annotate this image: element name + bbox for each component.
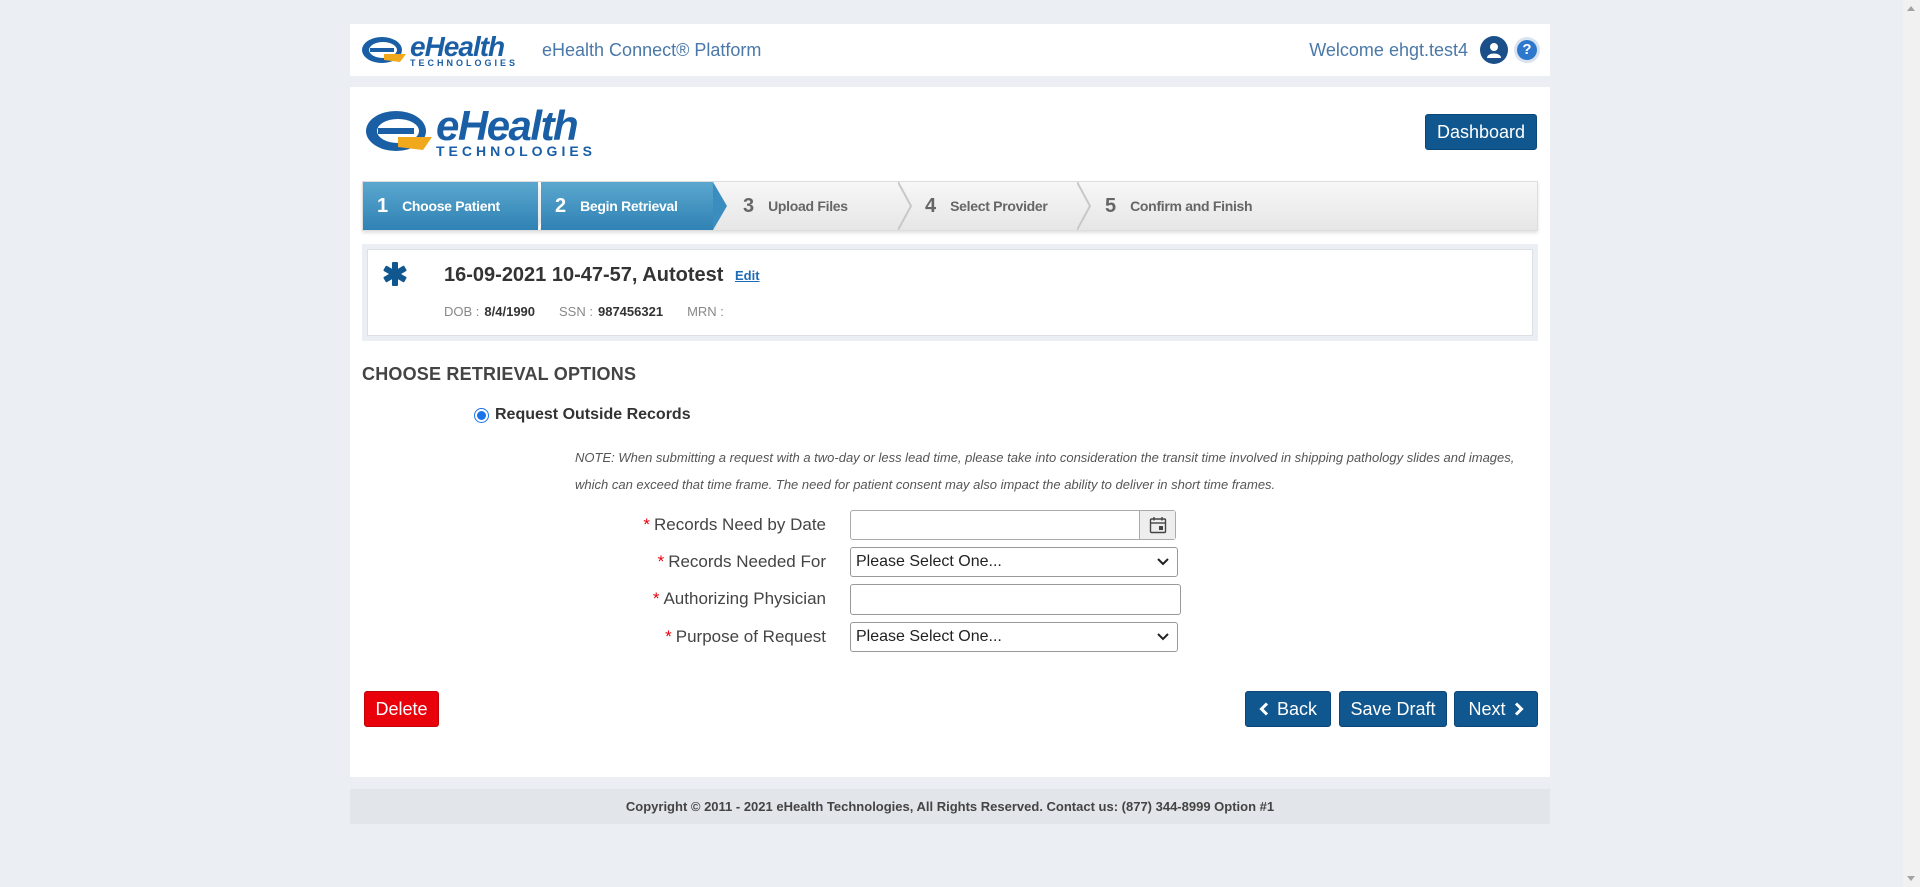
calendar-button[interactable]	[1139, 511, 1175, 539]
authorizing-physician-label: * Authorizing Physician	[550, 589, 850, 609]
back-button[interactable]: Back	[1245, 691, 1331, 727]
records-needed-for-label: * Records Needed For	[550, 552, 850, 572]
next-button-label: Next	[1468, 698, 1506, 719]
step-number: 2	[555, 194, 567, 217]
help-question-mark: ?	[1517, 40, 1537, 60]
date-text-field[interactable]	[851, 511, 1139, 539]
required-marker: *	[652, 589, 660, 608]
purpose-of-request-row: * Purpose of Request Please Select One...	[550, 622, 1178, 652]
purpose-of-request-label: * Purpose of Request	[550, 627, 850, 647]
step-label: Choose Patient	[402, 198, 500, 214]
request-outside-records-radio[interactable]	[474, 407, 489, 423]
top-bar: eHealth TECHNOLOGIES eHealth Connect® Pl…	[350, 24, 1550, 76]
welcome-text: Welcome ehgt.test4	[1309, 39, 1468, 60]
authorizing-physician-input[interactable]	[850, 583, 1181, 615]
required-marker: *	[643, 515, 651, 534]
wizard-step-begin-retrieval[interactable]: 2 Begin Retrieval	[541, 182, 713, 230]
scroll-down-arrow-icon[interactable]	[1907, 876, 1915, 881]
step-label: Select Provider	[950, 198, 1048, 214]
chevron-down-icon	[1157, 633, 1169, 641]
records-needed-for-label-text: Records Needed For	[668, 552, 826, 571]
step-number: 1	[377, 194, 389, 217]
mrn-label: MRN :	[687, 304, 724, 319]
purpose-of-request-label-text: Purpose of Request	[675, 627, 826, 646]
wizard-step-select-provider: 4 Select Provider	[911, 182, 1081, 230]
dashboard-button[interactable]: Dashboard	[1425, 114, 1537, 150]
ehealth-e-logo-icon	[362, 37, 406, 63]
request-outside-records-option[interactable]: Request Outside Records	[474, 406, 691, 424]
user-profile-icon[interactable]	[1480, 36, 1508, 64]
scroll-up-arrow-icon[interactable]	[1907, 6, 1915, 11]
step-number: 5	[1105, 194, 1117, 217]
wizard-step-upload-files: 3 Upload Files	[729, 182, 889, 230]
dob-label: DOB :	[444, 304, 480, 319]
footer: Copyright © 2011 - 2021 eHealth Technolo…	[350, 789, 1550, 824]
wizard-step-choose-patient[interactable]: 1 Choose Patient	[363, 182, 538, 230]
step-label: Confirm and Finish	[1130, 198, 1253, 214]
next-button[interactable]: Next	[1454, 691, 1538, 727]
help-icon[interactable]: ?	[1514, 37, 1540, 63]
step-number: 4	[925, 194, 937, 217]
lead-time-note: NOTE: When submitting a request with a t…	[575, 450, 1515, 492]
ssn-value: 987456321	[597, 304, 664, 319]
records-need-by-date-input[interactable]	[850, 510, 1176, 540]
chevron-right-icon	[1514, 702, 1524, 716]
vertical-scrollbar[interactable]	[1903, 0, 1920, 887]
records-needed-for-row: * Records Needed For Please Select One...	[550, 547, 1178, 577]
patient-card: 16-09-2021 10-47-57, Autotest Edit DOB :…	[362, 244, 1538, 341]
save-draft-button[interactable]: Save Draft	[1339, 691, 1447, 727]
step-label: Upload Files	[768, 198, 848, 214]
header-logo[interactable]: eHealth TECHNOLOGIES	[360, 30, 519, 68]
mrn-field: MRN :	[687, 304, 729, 319]
records-needed-for-select[interactable]: Please Select One...	[850, 547, 1178, 577]
required-marker: *	[665, 627, 672, 646]
wizard-step-confirm-finish: 5 Confirm and Finish	[1091, 182, 1311, 230]
chevron-left-icon	[1259, 702, 1269, 716]
main-panel: eHealth TECHNOLOGIES Dashboard 1 Choose …	[350, 87, 1550, 777]
dob-field: DOB : 8/4/1990	[444, 304, 535, 319]
page-logo-subtext: TECHNOLOGIES	[436, 143, 597, 159]
records-need-by-date-row: * Records Need by Date	[550, 510, 1176, 540]
records-need-by-date-label-text: Records Need by Date	[654, 515, 826, 534]
wizard-steps: 1 Choose Patient 2 Begin Retrieval 3 Upl…	[362, 181, 1538, 231]
page-logo-text: eHealth	[436, 102, 579, 149]
ssn-label: SSN :	[559, 304, 593, 319]
purpose-of-request-select[interactable]: Please Select One...	[850, 622, 1178, 652]
medical-asterisk-icon	[383, 262, 407, 286]
authorizing-physician-label-text: Authorizing Physician	[663, 589, 826, 608]
patient-name-text: 16-09-2021 10-47-57, Autotest	[444, 264, 724, 286]
purpose-of-request-selected: Please Select One...	[856, 628, 1002, 645]
chevron-down-icon	[1157, 558, 1169, 566]
page-logo: eHealth TECHNOLOGIES	[364, 105, 596, 158]
section-heading: CHOOSE RETRIEVAL OPTIONS	[362, 364, 637, 384]
required-marker: *	[657, 552, 665, 571]
header-logo-text: eHealth	[410, 30, 505, 62]
back-button-label: Back	[1276, 698, 1318, 719]
authorizing-physician-row: * Authorizing Physician	[550, 583, 1181, 615]
step-label: Begin Retrieval	[580, 198, 678, 214]
ssn-field: SSN : 987456321	[559, 304, 663, 319]
ehealth-e-logo-icon	[366, 110, 432, 151]
patient-name: 16-09-2021 10-47-57, Autotest Edit	[444, 264, 760, 287]
active-step-arrow	[713, 182, 727, 230]
step-separator-icon	[898, 182, 912, 230]
records-need-by-date-label: * Records Need by Date	[550, 515, 850, 535]
calendar-icon	[1149, 517, 1166, 534]
user-silhouette-icon	[1487, 43, 1501, 58]
records-needed-for-selected: Please Select One...	[856, 553, 1002, 570]
header-logo-subtext: TECHNOLOGIES	[410, 57, 519, 68]
radio-selected-dot	[477, 410, 486, 420]
platform-title: eHealth Connect® Platform	[542, 39, 762, 60]
patient-meta: DOB : 8/4/1990 SSN : 987456321 MRN :	[444, 304, 729, 319]
delete-button[interactable]: Delete	[364, 691, 439, 727]
edit-patient-link[interactable]: Edit	[735, 268, 760, 283]
dob-value: 8/4/1990	[484, 304, 536, 319]
request-outside-records-label[interactable]: Request Outside Records	[495, 406, 691, 424]
step-number: 3	[743, 194, 755, 217]
step-separator-icon	[1077, 182, 1091, 230]
copyright-text: Copyright © 2011 - 2021 eHealth Technolo…	[625, 799, 1275, 814]
